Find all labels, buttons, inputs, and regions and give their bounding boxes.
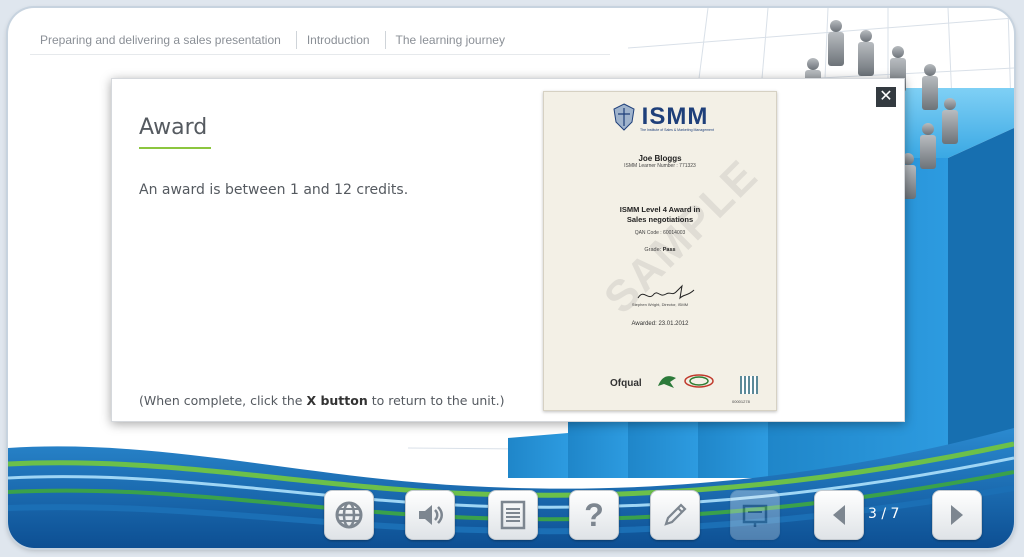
qr-code-icon <box>740 376 758 394</box>
certificate-learner-number: ISMM Learner Number : 771323 <box>624 163 696 169</box>
welsh-dragon-icon <box>658 376 676 388</box>
modal-title: Award <box>139 115 208 140</box>
certificate-signatory: Stephen Wright, Director, ISMM <box>631 302 689 307</box>
instruction-bold: X button <box>306 393 368 408</box>
certificate-brand-subtitle: The Institute of Sales & Marketing Manag… <box>640 128 714 132</box>
certificate-grade: Grade: Pass <box>544 247 776 253</box>
next-button[interactable] <box>932 490 982 540</box>
crest-icon <box>613 103 635 131</box>
document-icon <box>500 500 526 530</box>
bottom-toolbar: ? 3 / 7 <box>8 486 1014 548</box>
signature-icon <box>637 284 695 300</box>
certificate-image: SAMPLE ISMM The Institute of Sales & Mar… <box>543 91 777 411</box>
glossary-button[interactable] <box>324 490 374 540</box>
title-underline <box>139 147 211 149</box>
modal-instruction: (When complete, click the X button to re… <box>139 393 505 408</box>
triangle-right-icon <box>951 505 963 525</box>
resources-button[interactable] <box>730 490 780 540</box>
instruction-post: to return to the unit.) <box>367 393 505 408</box>
certificate-code: 00001278 <box>732 399 750 404</box>
info-modal: Award An award is between 1 and 12 credi… <box>111 78 905 422</box>
breadcrumb-item-page: The learning journey <box>395 33 505 47</box>
certificate-award: ISMM Level 4 Award in Sales negotiations <box>544 205 776 225</box>
triangle-left-icon <box>833 505 845 525</box>
ccea-logo-icon <box>684 374 714 388</box>
certificate-name: Joe Bloggs <box>638 154 682 163</box>
pencil-icon <box>664 503 687 526</box>
grade-value: Pass <box>662 247 676 253</box>
grade-label: Grade: <box>644 247 663 253</box>
notes-button[interactable] <box>650 490 700 540</box>
globe-icon <box>335 501 363 529</box>
ofqual-logo: Ofqual <box>610 378 642 389</box>
close-icon: ✕ <box>879 88 893 105</box>
breadcrumb: Preparing and delivering a sales present… <box>30 26 610 55</box>
previous-button[interactable] <box>814 490 864 540</box>
breadcrumb-item-course[interactable]: Preparing and delivering a sales present… <box>30 33 296 47</box>
certificate-brand: ISMM <box>641 103 709 130</box>
speaker-icon <box>419 505 443 525</box>
app-frame: Preparing and delivering a sales present… <box>8 8 1014 548</box>
close-button[interactable]: ✕ <box>876 87 896 107</box>
award-line-1: ISMM Level 4 Award in <box>619 205 701 214</box>
instruction-pre: (When complete, click the <box>139 393 307 408</box>
certificate-qan: QAN Code : 60014003 <box>634 230 686 236</box>
transcript-button[interactable] <box>488 490 538 540</box>
modal-body-text: An award is between 1 and 12 credits. <box>139 182 409 198</box>
question-icon: ? <box>584 496 604 533</box>
breadcrumb-item-section[interactable]: Introduction <box>297 33 385 47</box>
certificate-date: Awarded: 23.01.2012 <box>631 321 689 327</box>
audio-button[interactable] <box>405 490 455 540</box>
presentation-icon <box>742 504 768 527</box>
help-button[interactable]: ? <box>569 490 619 540</box>
award-line-2: Sales negotiations <box>626 215 694 224</box>
page-counter: 3 / 7 <box>868 506 900 522</box>
